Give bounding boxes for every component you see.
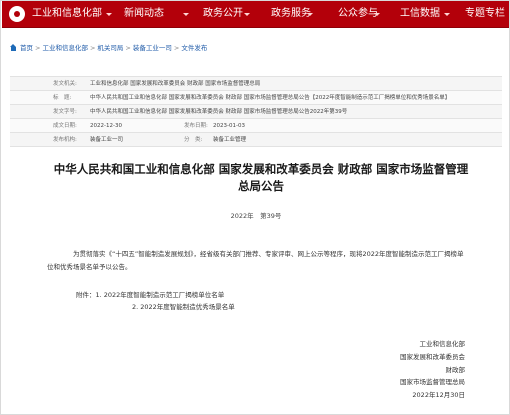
- meta-row-title: 标 题: 中华人民共和国工业和信息化部 国家发展和改革委员会 财政部 国家市场监…: [10, 91, 502, 105]
- breadcrumb-miit[interactable]: 工业和信息化部: [42, 44, 88, 52]
- document-title: 中华人民共和国工业和信息化部 国家发展和改革委员会 财政部 国家市场监督管理总局…: [53, 162, 469, 193]
- breadcrumb-separator: >: [35, 44, 41, 52]
- meta-row-issuer: 发文机关: 工业和信息化部 国家发展和改革委员会 财政部 国家市场监督管理总局: [10, 77, 502, 91]
- chevron-down-icon: [307, 13, 313, 16]
- home-icon: [10, 44, 17, 51]
- signature-ndrc: 国家发展和改革委员会: [400, 353, 465, 361]
- meta-row-number: 发文字号: 中华人民共和国工业和信息化部 国家发展和改革委员会 财政部 国家市场…: [10, 105, 502, 119]
- meta-issuer-label: 发文机关:: [53, 81, 77, 87]
- breadcrumb-documents[interactable]: 文件发布: [181, 44, 207, 52]
- chevron-down-icon: [106, 13, 112, 16]
- meta-org-value: 装备工业一司: [90, 137, 124, 143]
- meta-org-label: 发布机构:: [53, 137, 77, 143]
- attachment-link-2[interactable]: 2. 2022年度智能制造优秀场景名单: [132, 301, 235, 311]
- breadcrumb-separator: >: [125, 44, 131, 52]
- breadcrumb: 首页 > 工业和信息化部 > 机关司局 > 装备工业一司 > 文件发布: [10, 42, 207, 54]
- meta-title-label: 标 题:: [53, 95, 72, 101]
- meta-issuer-value: 工业和信息化部 国家发展和改革委员会 财政部 国家市场监督管理总局: [90, 81, 261, 87]
- breadcrumb-home[interactable]: 首页: [20, 44, 33, 52]
- meta-number-value: 中华人民共和国工业和信息化部 国家发展和改革委员会 财政部 国家市场监督管理总局…: [90, 109, 348, 115]
- nav-item-public-affairs[interactable]: 政务公开: [203, 7, 243, 21]
- breadcrumb-separator: >: [89, 44, 96, 52]
- signature-miit: 工业和信息化部: [419, 340, 466, 348]
- meta-date-value: 2022-12-30: [90, 123, 122, 129]
- page-frame: 工业和信息化部 新闻动态 政务公开 政务服务 公众参与 工信数据 专题专栏 首页…: [0, 0, 510, 415]
- signature-mof: 财政部: [445, 366, 466, 374]
- meta-row-org: 发布机构: 装备工业一司 分 类: 装备工业管理: [10, 133, 502, 147]
- nav-item-news[interactable]: 新闻动态: [124, 7, 164, 21]
- meta-title-value: 中华人民共和国工业和信息化部 国家发展和改革委员会 财政部 国家市场监督管理总局…: [90, 95, 451, 101]
- ministry-logo-icon[interactable]: [9, 6, 25, 22]
- nav-item-miit[interactable]: 工业和信息化部: [32, 7, 102, 21]
- document-metadata-table: 发文机关: 工业和信息化部 国家发展和改革委员会 财政部 国家市场监督管理总局 …: [10, 76, 502, 147]
- chevron-down-icon: [374, 13, 380, 16]
- document-body-paragraph: 为贯彻落实《“十四五”智能制造发展规划》，经省级有关部门推荐、专家评审、网上公示…: [47, 250, 464, 271]
- top-navigation: 工业和信息化部 新闻动态 政务公开 政务服务 公众参与 工信数据 专题专栏: [2, 1, 509, 28]
- meta-date-label: 成文日期:: [53, 123, 77, 129]
- meta-publish-value: 2023-01-03: [213, 123, 245, 129]
- meta-publish-label: 发布日期:: [184, 123, 208, 129]
- chevron-down-icon: [444, 13, 450, 16]
- nav-item-services[interactable]: 政务服务: [271, 7, 311, 21]
- nav-item-topics[interactable]: 专题专栏: [465, 7, 505, 21]
- chevron-down-icon: [183, 13, 189, 16]
- meta-number-label: 发文字号:: [53, 109, 77, 115]
- breadcrumb-separator: >: [173, 44, 180, 52]
- document-number: 2022年 第39号: [230, 212, 282, 220]
- signature-date: 2022年12月30日: [412, 391, 465, 399]
- attachment-link-1[interactable]: 附件：1. 2022年度智能制造示范工厂揭榜单位名单: [76, 289, 224, 299]
- breadcrumb-equipment-dept[interactable]: 装备工业一司: [133, 44, 172, 52]
- signature-samr: 国家市场监督管理总局: [400, 378, 465, 386]
- nav-item-data[interactable]: 工信数据: [400, 7, 440, 21]
- nav-item-participation[interactable]: 公众参与: [338, 7, 378, 21]
- meta-category-label: 分 类:: [184, 137, 203, 143]
- meta-row-dates: 成文日期: 2022-12-30 发布日期: 2023-01-03: [10, 119, 502, 133]
- chevron-down-icon: [244, 13, 250, 16]
- meta-category-value: 装备工业管理: [213, 137, 247, 143]
- breadcrumb-departments[interactable]: 机关司局: [97, 44, 123, 52]
